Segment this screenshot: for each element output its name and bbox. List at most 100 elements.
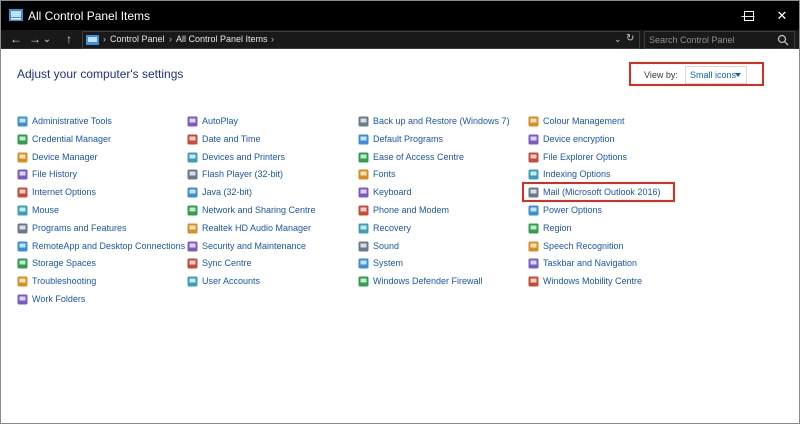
item-storage-spaces[interactable]: Storage Spaces bbox=[17, 255, 96, 271]
item-keyboard[interactable]: Keyboard bbox=[358, 184, 412, 200]
breadcrumb-all-items[interactable]: All Control Panel Items bbox=[176, 34, 268, 44]
refresh-button[interactable]: ↻ bbox=[626, 33, 634, 44]
item-label: System bbox=[373, 258, 404, 268]
item-work-folders[interactable]: Work Folders bbox=[17, 291, 85, 307]
item-sync-centre[interactable]: Sync Centre bbox=[187, 255, 252, 271]
item-windows-defender-firewall[interactable]: Windows Defender Firewall bbox=[358, 273, 483, 289]
item-troubleshooting[interactable]: Troubleshooting bbox=[17, 273, 96, 289]
item-fonts[interactable]: Fonts bbox=[358, 166, 396, 182]
monitor-icon bbox=[358, 258, 369, 268]
item-label: Fonts bbox=[373, 169, 396, 179]
item-label: Administrative Tools bbox=[32, 116, 112, 126]
breadcrumb-control-panel[interactable]: Control Panel bbox=[110, 34, 165, 44]
item-devices-and-printers[interactable]: Devices and Printers bbox=[187, 149, 285, 165]
device-manager-icon bbox=[17, 152, 28, 162]
item-date-and-time[interactable]: Date and Time bbox=[187, 131, 261, 147]
item-label: Storage Spaces bbox=[32, 258, 97, 268]
item-label: AutoPlay bbox=[202, 116, 239, 126]
item-java-32-bit[interactable]: Java (32-bit) bbox=[187, 184, 252, 200]
phone-icon bbox=[358, 205, 369, 215]
battery-icon bbox=[528, 205, 539, 215]
item-label: Internet Options bbox=[32, 187, 97, 197]
item-credential-manager[interactable]: Credential Manager bbox=[17, 131, 111, 147]
back-button[interactable]: ← bbox=[7, 30, 25, 48]
address-dropdown-button[interactable]: ⌄ bbox=[614, 34, 622, 45]
address-field[interactable]: › Control Panel › All Control Panel Item… bbox=[82, 31, 640, 49]
item-label: Back up and Restore (Windows 7) bbox=[373, 116, 510, 126]
accessibility-icon bbox=[358, 152, 369, 162]
item-network-and-sharing-centre[interactable]: Network and Sharing Centre bbox=[187, 202, 316, 218]
item-recovery[interactable]: Recovery bbox=[358, 220, 411, 236]
item-label: Region bbox=[543, 223, 572, 233]
item-security-and-maintenance[interactable]: Security and Maintenance bbox=[187, 238, 306, 254]
check-icon bbox=[358, 134, 369, 144]
file-history-icon bbox=[17, 169, 28, 179]
view-by-control: View by: Small icons bbox=[629, 62, 764, 86]
item-autoplay[interactable]: AutoPlay bbox=[187, 113, 238, 129]
search-input[interactable] bbox=[649, 32, 769, 48]
view-by-dropdown[interactable]: Small icons bbox=[685, 66, 747, 84]
item-internet-options[interactable]: Internet Options bbox=[17, 184, 96, 200]
item-remoteapp-and-desktop-connections[interactable]: RemoteApp and Desktop Connections bbox=[17, 238, 185, 254]
maximize-button[interactable] bbox=[732, 1, 766, 30]
item-speech-recognition[interactable]: Speech Recognition bbox=[528, 238, 624, 254]
mail-icon bbox=[528, 187, 539, 197]
item-power-options[interactable]: Power Options bbox=[528, 202, 602, 218]
item-device-manager[interactable]: Device Manager bbox=[17, 149, 98, 165]
recovery-icon bbox=[358, 223, 369, 233]
control-panel-icon bbox=[9, 9, 23, 21]
title-bar: All Control Panel Items — ✕ bbox=[1, 1, 799, 30]
programs-icon bbox=[17, 223, 28, 233]
item-region[interactable]: Region bbox=[528, 220, 572, 236]
keyboard-icon bbox=[358, 187, 369, 197]
flash-icon bbox=[187, 169, 198, 179]
item-label: Work Folders bbox=[32, 294, 86, 304]
control-panel-icon bbox=[86, 35, 99, 45]
item-user-accounts[interactable]: User Accounts bbox=[187, 273, 260, 289]
item-label: Network and Sharing Centre bbox=[202, 205, 316, 215]
item-mouse[interactable]: Mouse bbox=[17, 202, 59, 218]
item-back-up-and-restore-windows-7[interactable]: Back up and Restore (Windows 7) bbox=[358, 113, 510, 129]
item-label: Ease of Access Centre bbox=[373, 152, 465, 162]
tools-icon bbox=[17, 116, 28, 126]
item-label: Credential Manager bbox=[32, 134, 112, 144]
view-by-label: View by: bbox=[644, 70, 678, 80]
item-device-encryption[interactable]: Device encryption bbox=[528, 131, 615, 147]
item-default-programs[interactable]: Default Programs bbox=[358, 131, 443, 147]
recent-locations-button[interactable]: ⌄ bbox=[41, 30, 53, 48]
item-label: Speech Recognition bbox=[543, 241, 624, 251]
printer-icon bbox=[187, 152, 198, 162]
item-flash-player-32-bit[interactable]: Flash Player (32-bit) bbox=[187, 166, 283, 182]
item-realtek-hd-audio-manager[interactable]: Realtek HD Audio Manager bbox=[187, 220, 311, 236]
network-icon bbox=[187, 205, 198, 215]
item-sound[interactable]: Sound bbox=[358, 238, 399, 254]
item-file-history[interactable]: File History bbox=[17, 166, 77, 182]
item-administrative-tools[interactable]: Administrative Tools bbox=[17, 113, 112, 129]
item-file-explorer-options[interactable]: File Explorer Options bbox=[528, 149, 627, 165]
up-button[interactable]: ↑ bbox=[60, 30, 78, 48]
item-programs-and-features[interactable]: Programs and Features bbox=[17, 220, 127, 236]
remote-desktop-icon bbox=[17, 241, 28, 251]
laptop-icon bbox=[528, 276, 539, 286]
item-windows-mobility-centre[interactable]: Windows Mobility Centre bbox=[528, 273, 642, 289]
item-indexing-options[interactable]: Indexing Options bbox=[528, 166, 611, 182]
close-button[interactable]: ✕ bbox=[765, 1, 799, 30]
window-title: All Control Panel Items bbox=[28, 9, 151, 23]
microphone-icon bbox=[528, 241, 539, 251]
search-box[interactable] bbox=[644, 31, 795, 49]
globe-icon bbox=[17, 187, 28, 197]
item-phone-and-modem[interactable]: Phone and Modem bbox=[358, 202, 449, 218]
breadcrumb-separator: › bbox=[103, 34, 106, 44]
item-label: Power Options bbox=[543, 205, 603, 215]
item-taskbar-and-navigation[interactable]: Taskbar and Navigation bbox=[528, 255, 637, 271]
item-label: Sync Centre bbox=[202, 258, 252, 268]
item-ease-of-access-centre[interactable]: Ease of Access Centre bbox=[358, 149, 464, 165]
item-system[interactable]: System bbox=[358, 255, 403, 271]
item-colour-management[interactable]: Colour Management bbox=[528, 113, 625, 129]
item-label: Programs and Features bbox=[32, 223, 127, 233]
item-label: Security and Maintenance bbox=[202, 241, 307, 251]
folder-icon bbox=[17, 294, 28, 304]
storage-icon bbox=[17, 258, 28, 268]
item-label: Default Programs bbox=[373, 134, 444, 144]
item-mail-microsoft-outlook-2016[interactable]: Mail (Microsoft Outlook 2016) bbox=[528, 184, 661, 200]
